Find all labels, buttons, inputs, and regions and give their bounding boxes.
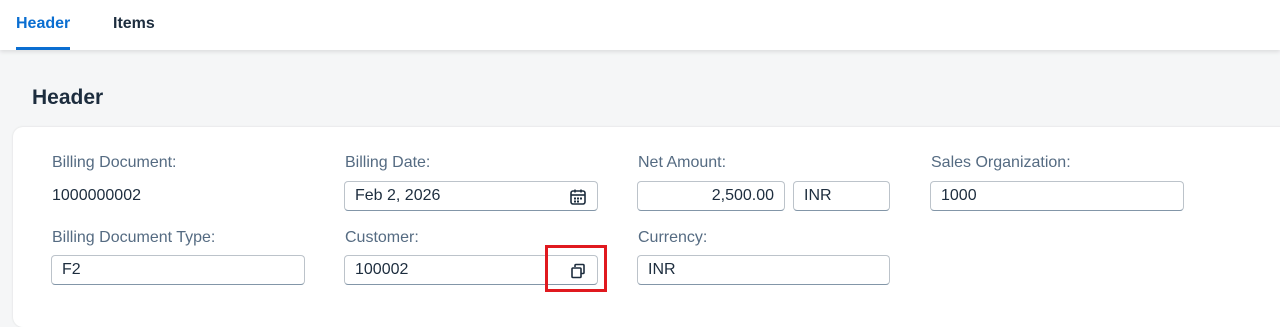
customer-label: Customer: (345, 229, 419, 246)
billing-document-type-label: Billing Document Type: (52, 229, 216, 246)
highlight-box (545, 245, 607, 292)
sales-organization-value: 1000 (941, 187, 977, 204)
billing-date-field[interactable]: Feb 2, 2026 (344, 181, 598, 211)
billing-date-label: Billing Date: (345, 154, 431, 171)
net-amount-field[interactable]: 2,500.00 (637, 181, 785, 211)
section-title: Header (32, 86, 104, 109)
currency-value: INR (648, 261, 676, 278)
customer-value: 100002 (355, 261, 409, 278)
billing-document-value: 1000000002 (52, 187, 141, 204)
net-amount-value: 2,500.00 (711, 187, 774, 204)
sales-organization-field[interactable]: 1000 (930, 181, 1184, 211)
billing-document-label: Billing Document: (52, 154, 177, 171)
tab-items[interactable]: Items (113, 0, 155, 50)
net-amount-currency-value: INR (804, 187, 832, 204)
billing-document-type-value: F2 (62, 261, 81, 278)
calendar-icon[interactable] (569, 188, 587, 206)
currency-field[interactable]: INR (637, 255, 890, 285)
sales-organization-label: Sales Organization: (931, 154, 1071, 171)
net-amount-label: Net Amount: (638, 154, 727, 171)
billing-date-value: Feb 2, 2026 (355, 187, 441, 204)
tab-bar: Header Items (0, 0, 1280, 50)
net-amount-currency-field[interactable]: INR (793, 181, 890, 211)
billing-document-type-field[interactable]: F2 (51, 255, 305, 285)
currency-label: Currency: (638, 229, 708, 246)
tab-header[interactable]: Header (16, 0, 71, 50)
